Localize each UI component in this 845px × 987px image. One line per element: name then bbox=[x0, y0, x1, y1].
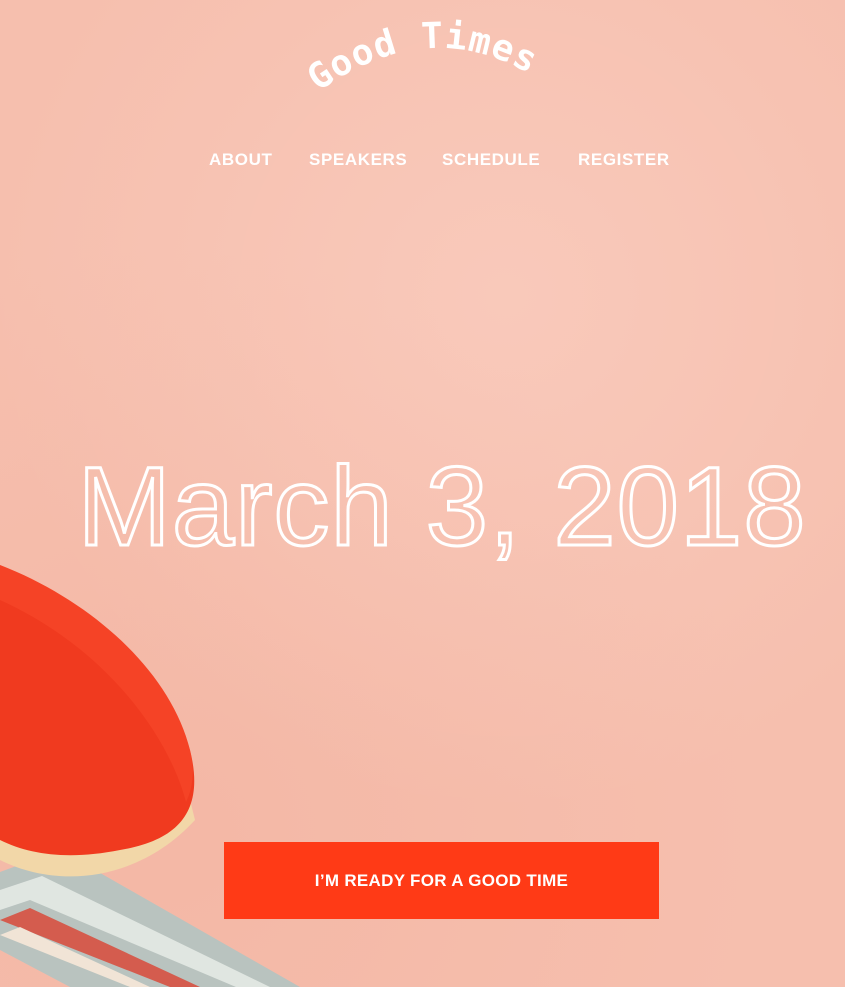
main-nav: ABOUT SPEAKERS SCHEDULE REGISTER bbox=[0, 148, 845, 172]
nav-schedule[interactable]: SCHEDULE bbox=[442, 148, 540, 172]
event-date: March 3, 2018 bbox=[76, 443, 807, 571]
logo-text: Good Times bbox=[300, 16, 545, 100]
nav-speakers[interactable]: SPEAKERS bbox=[309, 148, 407, 172]
logo[interactable]: Good Times bbox=[0, 0, 845, 130]
nav-about[interactable]: ABOUT bbox=[209, 148, 272, 172]
nav-register[interactable]: REGISTER bbox=[578, 148, 670, 172]
hero-section: Good Times ABOUT SPEAKERS SCHEDULE REGIS… bbox=[0, 0, 845, 987]
event-date-text: March 3, 2018 bbox=[78, 444, 807, 569]
ping-pong-paddle-icon bbox=[0, 565, 300, 987]
register-cta-button[interactable]: I’M READY FOR A GOOD TIME bbox=[224, 842, 659, 919]
